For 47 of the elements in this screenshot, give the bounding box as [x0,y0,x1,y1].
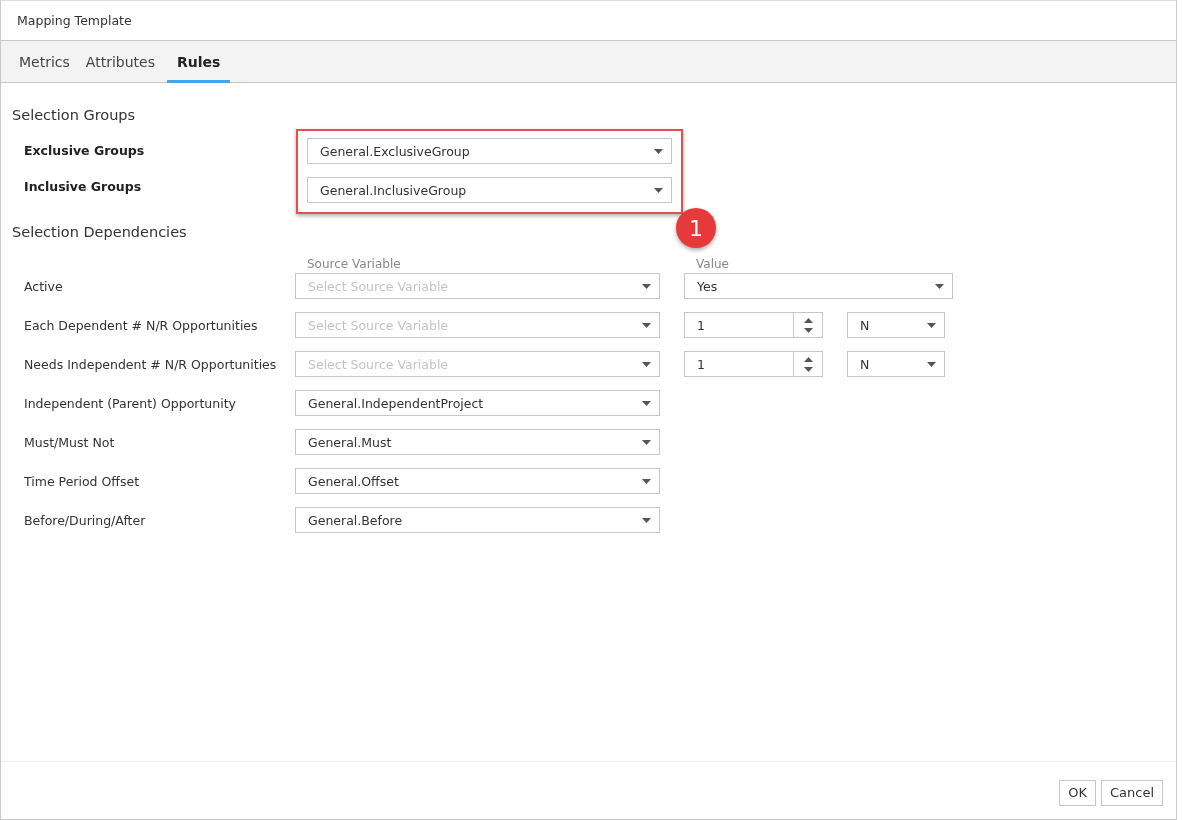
caret-icon [642,439,651,445]
dropdown[interactable]: General.Offset [295,468,660,494]
dropdown[interactable]: General.ExclusiveGroup [307,138,672,164]
dropdown[interactable]: General.IndependentProject [295,390,660,416]
tab[interactable]: Metrics [11,54,78,83]
number-spinner[interactable]: 1 [684,351,823,377]
dropdown[interactable]: General.InclusiveGroup [307,177,672,203]
dropdown[interactable]: N [847,351,945,377]
field-label: Before/During/After [23,512,147,528]
caret-icon [642,400,651,406]
field-label: Active [23,278,64,294]
caret-icon [642,283,651,289]
caret-icon [642,322,651,328]
dialog-button[interactable]: OK [1059,779,1096,806]
caret-icon [654,187,663,193]
up-arrow-icon[interactable] [803,356,813,362]
dialog-button[interactable]: Cancel [1100,779,1163,806]
down-arrow-icon[interactable] [803,366,813,372]
column-header: Source Variable [307,257,402,271]
window-title: Mapping Template [17,13,132,28]
field-label: Needs Independent # N/R Opportunities [23,356,278,372]
caret-icon [642,478,651,484]
number-spinner[interactable]: 1 [684,312,823,338]
column-header: Value [696,257,729,271]
field-label: Independent (Parent) Opportunity [23,395,237,411]
caret-icon [927,322,936,328]
caret-icon [935,283,944,289]
tab[interactable]: Rules [166,54,231,83]
up-arrow-icon[interactable] [803,317,813,323]
field-label: Must/Must Not [23,434,116,450]
field-label: Exclusive Groups [24,143,146,158]
dropdown[interactable]: Yes [684,273,953,299]
field-label: Each Dependent # N/R Opportunities [23,317,259,333]
caret-icon [642,517,651,523]
section-heading: Selection Groups [12,107,136,123]
dropdown[interactable]: N [847,312,945,338]
caret-icon [642,361,651,367]
down-arrow-icon[interactable] [803,327,813,333]
dropdown[interactable]: General.Before [295,507,660,533]
caret-icon [927,361,936,367]
dropdown[interactable]: General.Must [295,429,660,455]
field-label: Inclusive Groups [24,179,143,194]
section-heading: Selection Dependencies [12,224,187,240]
callout-badge: 1 [676,208,716,248]
field-label: Time Period Offset [23,473,141,489]
tab[interactable]: Attributes [77,54,163,83]
caret-icon [654,148,663,154]
